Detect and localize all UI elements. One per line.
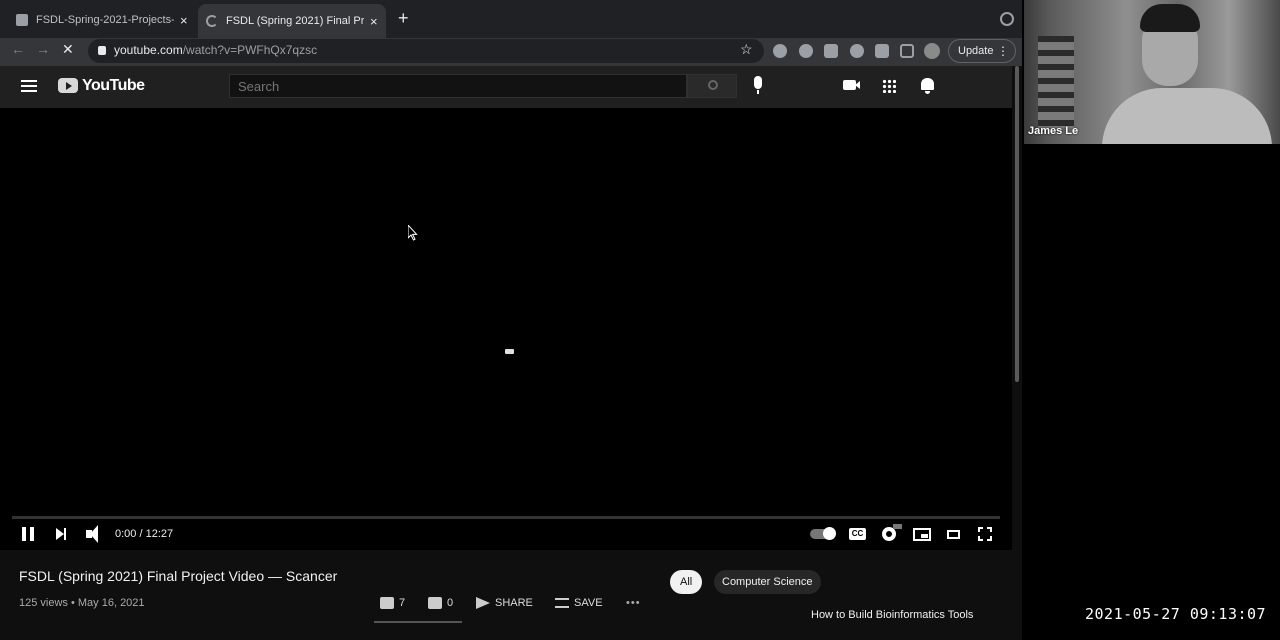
create-video-icon[interactable]: [843, 80, 860, 90]
like-count: 7: [399, 597, 406, 609]
menu-icon: ⋮: [997, 44, 1009, 58]
youtube-masthead: YouTube: [0, 66, 1012, 108]
hd-badge: [893, 524, 902, 529]
extension-icon[interactable]: [799, 44, 813, 58]
page-scrollbar[interactable]: [1012, 66, 1022, 640]
lock-icon[interactable]: [98, 46, 106, 55]
participant-video: [1102, 0, 1272, 144]
video-player[interactable]: 0:00 / 12:27 CC: [0, 108, 1012, 550]
sentiment-bar: [374, 621, 462, 623]
more-actions-button[interactable]: •••: [626, 597, 641, 609]
video-meta: 125 views • May 16, 2021: [19, 597, 145, 609]
document-icon: [16, 14, 28, 26]
background-shelf: [1038, 36, 1074, 128]
search-input[interactable]: [229, 74, 687, 98]
chip-all[interactable]: All: [670, 570, 703, 594]
search-button[interactable]: [687, 74, 737, 98]
autoplay-toggle[interactable]: [810, 527, 836, 540]
loading-icon: [206, 15, 218, 27]
time-display: 0:00 / 12:27: [115, 528, 174, 540]
player-controls: 0:00 / 12:27 CC: [0, 520, 1012, 550]
webcam-feed: [1024, 0, 1280, 144]
mouse-cursor-icon: [408, 225, 418, 241]
participant-body: [1102, 88, 1272, 144]
dislike-count: 0: [447, 597, 454, 609]
progress-bar[interactable]: [12, 516, 1000, 519]
url-host: youtube.com: [114, 43, 183, 57]
like-button[interactable]: 7: [380, 597, 405, 609]
loading-spinner: [505, 349, 514, 354]
chip-computer-science[interactable]: Computer Science: [714, 570, 821, 594]
recommended-video-title[interactable]: How to Build Bioinformatics Tools: [811, 609, 981, 622]
extensions-puzzle-icon[interactable]: [875, 44, 889, 58]
tab-title: FSDL-Spring-2021-Projects-5: [36, 14, 174, 26]
share-button[interactable]: SHARE: [476, 597, 533, 609]
new-tab-button[interactable]: +: [398, 8, 409, 29]
notifications-bell-icon[interactable]: [921, 78, 934, 94]
miniplayer-icon[interactable]: [913, 528, 931, 541]
participant-hair: [1140, 4, 1200, 32]
profile-avatar[interactable]: [924, 43, 940, 59]
stop-loading-button[interactable]: ✕: [62, 41, 74, 58]
github-icon[interactable]: [850, 44, 864, 58]
thumbs-up-icon: [380, 597, 394, 609]
scrollbar-thumb[interactable]: [1015, 66, 1019, 382]
share-label: SHARE: [495, 597, 533, 609]
save-button[interactable]: SAVE: [555, 597, 603, 609]
close-icon[interactable]: ×: [180, 13, 188, 28]
tab-title: FSDL (Spring 2021) Final Proje: [226, 15, 364, 27]
tab-strip: FSDL-Spring-2021-Projects-5 × FSDL (Spri…: [0, 0, 1022, 38]
youtube-logo-icon[interactable]: [58, 78, 78, 93]
url-path: /watch?v=PWFhQx7qzsc: [182, 43, 318, 57]
dislike-button[interactable]: 0: [428, 597, 453, 609]
tab-youtube-video[interactable]: FSDL (Spring 2021) Final Proje ×: [198, 4, 386, 38]
fullscreen-icon[interactable]: [978, 527, 992, 541]
theater-mode-icon[interactable]: [947, 530, 960, 539]
browser-window: FSDL-Spring-2021-Projects-5 × FSDL (Spri…: [0, 0, 1022, 640]
share-icon: [476, 597, 490, 609]
update-button[interactable]: Update ⋮: [948, 39, 1016, 63]
back-button[interactable]: ←: [11, 41, 25, 57]
settings-gear-icon[interactable]: [882, 527, 896, 541]
update-label: Update: [958, 45, 994, 57]
participant-name: James Le: [1028, 125, 1079, 137]
volume-icon[interactable]: [86, 525, 98, 543]
forward-button[interactable]: →: [36, 41, 50, 57]
tab-search-icon[interactable]: [1000, 12, 1014, 26]
youtube-logo-text[interactable]: YouTube: [82, 77, 145, 95]
microphone-icon[interactable]: [754, 76, 762, 94]
next-video-icon[interactable]: [56, 528, 66, 540]
tab-fsdl-projects[interactable]: FSDL-Spring-2021-Projects-5 ×: [8, 6, 196, 34]
recording-timestamp: 2021-05-27 09:13:07: [1085, 605, 1267, 623]
extension-icon[interactable]: [824, 44, 838, 58]
thumbs-down-icon: [428, 597, 442, 609]
extension-icon[interactable]: [773, 44, 787, 58]
browser-toolbar: ← → ✕ youtube.com/watch?v=PWFhQx7qzsc ☆ …: [0, 38, 1022, 66]
url-text[interactable]: youtube.com/watch?v=PWFhQx7qzsc: [114, 43, 317, 57]
captions-icon[interactable]: CC: [849, 528, 866, 540]
apps-grid-icon[interactable]: [882, 79, 896, 93]
pause-icon[interactable]: [22, 527, 34, 541]
playlist-add-icon: [555, 598, 569, 608]
save-label: SAVE: [574, 597, 603, 609]
close-icon[interactable]: ×: [370, 14, 378, 29]
address-bar[interactable]: youtube.com/watch?v=PWFhQx7qzsc ☆: [88, 39, 764, 63]
video-title: FSDL (Spring 2021) Final Project Video —…: [19, 568, 338, 584]
hamburger-menu-icon[interactable]: [21, 80, 37, 92]
search-icon: [708, 80, 718, 90]
bookmark-star-icon[interactable]: ☆: [740, 41, 753, 58]
cast-icon[interactable]: [900, 44, 914, 58]
